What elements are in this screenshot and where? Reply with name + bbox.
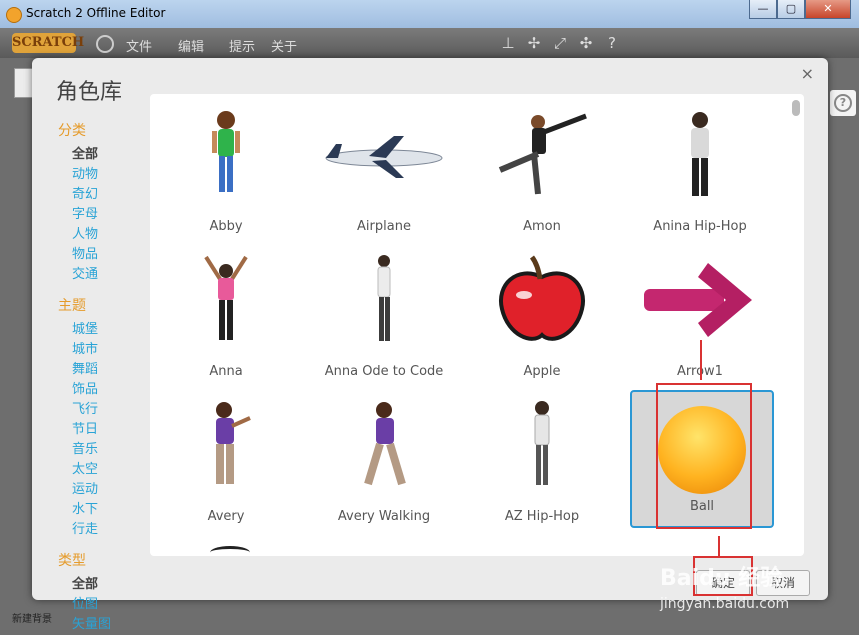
next-row-peek bbox=[210, 546, 250, 556]
dancer-figure-icon bbox=[324, 251, 444, 351]
dancer-figure-icon bbox=[482, 396, 602, 496]
category-people[interactable]: 人物 bbox=[72, 223, 98, 242]
sprite-name: Avery Walking bbox=[337, 509, 431, 524]
menu-file[interactable]: 文件 bbox=[126, 36, 152, 55]
help-block-icon[interactable]: ? bbox=[604, 35, 620, 51]
category-transport[interactable]: 交通 bbox=[72, 263, 98, 282]
sprite-abby[interactable]: Abby bbox=[152, 100, 300, 234]
close-window-button[interactable]: ✕ bbox=[805, 0, 851, 19]
category-all[interactable]: 全部 bbox=[72, 143, 98, 162]
stage-thumbnail[interactable] bbox=[14, 68, 34, 98]
sprite-airplane[interactable]: Airplane bbox=[310, 100, 458, 234]
sprite-apple[interactable]: Apple bbox=[468, 245, 616, 379]
sprite-name: AZ Hip-Hop bbox=[504, 509, 580, 524]
girl-figure-icon bbox=[166, 396, 286, 496]
sprite-anina-hip-hop[interactable]: Anina Hip-Hop bbox=[626, 100, 774, 234]
sprite-name: Anina Hip-Hop bbox=[653, 219, 747, 234]
theme-sports[interactable]: 运动 bbox=[72, 478, 98, 497]
duplicate-stamp-icon[interactable]: ⊥ bbox=[500, 35, 516, 51]
sprite-name: Avery bbox=[207, 509, 245, 524]
sprite-name: Airplane bbox=[357, 219, 411, 234]
window-title: Scratch 2 Offline Editor bbox=[26, 6, 166, 20]
scratch-menubar: SCRATCH 文件 编辑 提示 关于 ⊥ ✢ ⤢ ✣ ? bbox=[0, 28, 859, 58]
category-letters[interactable]: 字母 bbox=[72, 203, 98, 222]
apple-icon bbox=[482, 251, 602, 351]
theme-holiday[interactable]: 节日 bbox=[72, 418, 98, 437]
sprite-name: Abby bbox=[209, 219, 243, 234]
grid-scrollbar[interactable] bbox=[792, 100, 800, 546]
theme-walking[interactable]: 行走 bbox=[72, 518, 98, 537]
window-controls: — ▢ ✕ bbox=[749, 0, 851, 20]
type-all[interactable]: 全部 bbox=[72, 573, 98, 592]
theme-space[interactable]: 太空 bbox=[72, 458, 98, 477]
sprite-az-hip-hop[interactable]: AZ Hip-Hop bbox=[468, 390, 616, 524]
shrink-icon[interactable]: ✣ bbox=[578, 35, 594, 51]
sprite-anna-ode-to-code[interactable]: Anna Ode to Code bbox=[310, 245, 458, 379]
girl-figure-icon bbox=[324, 396, 444, 496]
theme-dance[interactable]: 舞蹈 bbox=[72, 358, 98, 377]
sprite-anna[interactable]: Anna bbox=[152, 245, 300, 379]
airplane-icon bbox=[324, 106, 444, 206]
category-fantasy[interactable]: 奇幻 bbox=[72, 183, 98, 202]
sprite-name: Anna bbox=[209, 364, 243, 379]
dialog-close-button[interactable]: × bbox=[801, 64, 814, 83]
grow-icon[interactable]: ⤢ bbox=[552, 35, 568, 51]
sprite-avery-walking[interactable]: Avery Walking bbox=[310, 390, 458, 524]
scrollbar-thumb[interactable] bbox=[792, 100, 800, 116]
category-animals[interactable]: 动物 bbox=[72, 163, 98, 182]
menu-edit[interactable]: 编辑 bbox=[178, 36, 204, 55]
minimize-button[interactable]: — bbox=[749, 0, 777, 19]
type-heading: 类型 bbox=[58, 553, 86, 569]
dancer-figure-icon bbox=[640, 106, 760, 206]
help-icon: ? bbox=[834, 94, 852, 112]
category-heading: 分类 bbox=[58, 123, 86, 139]
window-titlebar: Scratch 2 Offline Editor — ▢ ✕ bbox=[0, 0, 859, 29]
dancer-figure-icon bbox=[166, 251, 286, 351]
help-panel-button[interactable]: ? bbox=[830, 90, 856, 116]
language-globe-icon[interactable] bbox=[96, 35, 114, 53]
sprite-avery[interactable]: Avery bbox=[152, 390, 300, 524]
scratch-logo[interactable]: SCRATCH bbox=[12, 33, 84, 53]
sprite-amon[interactable]: Amon bbox=[468, 100, 616, 234]
baidu-watermark: Baidu 经验 bbox=[660, 566, 783, 591]
dialog-title: 角色库 bbox=[56, 80, 123, 105]
theme-heading: 主题 bbox=[58, 298, 86, 314]
type-vector[interactable]: 矢量图 bbox=[72, 613, 111, 632]
annotation-arrow-ball bbox=[700, 340, 702, 380]
theme-castle[interactable]: 城堡 bbox=[72, 318, 98, 337]
sprite-name: Amon bbox=[523, 219, 561, 234]
theme-music[interactable]: 音乐 bbox=[72, 438, 98, 457]
theme-flying[interactable]: 飞行 bbox=[72, 398, 98, 417]
annotation-arrow-ok bbox=[718, 536, 720, 556]
delete-scissors-icon[interactable]: ✢ bbox=[526, 35, 542, 51]
theme-underwater[interactable]: 水下 bbox=[72, 498, 98, 517]
sprite-name: Anna Ode to Code bbox=[324, 364, 444, 379]
menu-about[interactable]: 关于 bbox=[271, 36, 297, 55]
maximize-button[interactable]: ▢ bbox=[777, 0, 805, 19]
dancer-figure-icon bbox=[482, 106, 602, 206]
baidu-watermark-url: jingyan.baidu.com bbox=[660, 596, 790, 612]
scratch-app-icon bbox=[6, 7, 22, 23]
type-bitmap[interactable]: 位图 bbox=[72, 593, 98, 612]
theme-dressup[interactable]: 饰品 bbox=[72, 378, 98, 397]
category-things[interactable]: 物品 bbox=[72, 243, 98, 262]
menu-tips[interactable]: 提示 bbox=[229, 36, 255, 55]
theme-city[interactable]: 城市 bbox=[72, 338, 98, 357]
arrow-icon bbox=[640, 251, 760, 351]
sprite-name: Apple bbox=[523, 364, 561, 379]
girl-figure-icon bbox=[166, 106, 286, 206]
new-backdrop-label: 新建背景 bbox=[12, 614, 52, 625]
annotation-highlight-ball bbox=[656, 383, 752, 529]
